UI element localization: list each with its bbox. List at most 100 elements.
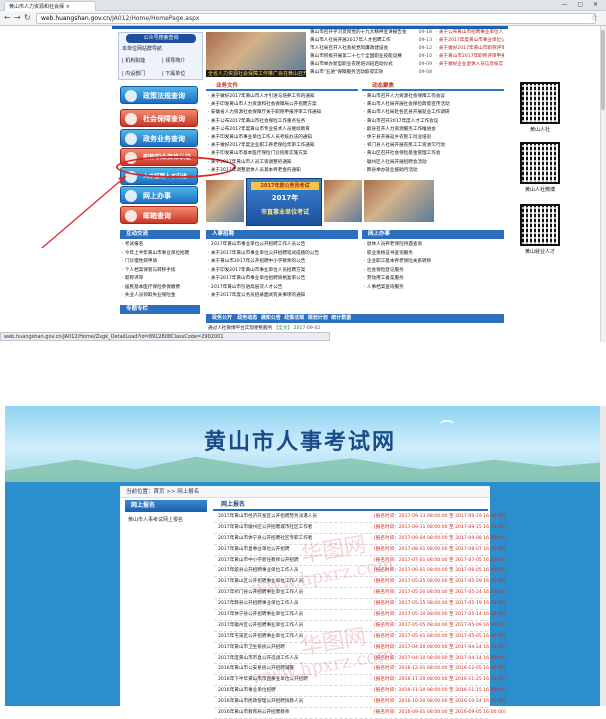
list-item[interactable]: · 门诊慢性病申请 xyxy=(122,258,202,267)
list-item[interactable]: · 关于做好企业退休人员信息核实 xyxy=(436,61,504,69)
news-photo-mid[interactable] xyxy=(324,180,362,222)
tab-public-notice[interactable]: 通知公告 xyxy=(261,315,281,321)
sidebar-link-units[interactable]: | 下属单位 xyxy=(162,70,185,77)
list-item[interactable]: · 关于做好2017年黄山市人才引进与培养工作的通知 xyxy=(208,93,358,101)
list-item[interactable]: · 黄山区召开社会保险基金管理工作会 xyxy=(364,150,504,158)
registration-title[interactable]: 2017年黄山市经济开发区公开招聘劳务派遣人员 xyxy=(218,512,368,522)
list-item[interactable]: · 2017年黄山市引进高层次人才公告 xyxy=(208,284,358,293)
list-item[interactable]: · 关于公布2017年度黄山市专业技术人员继续教育 xyxy=(208,126,358,134)
sidebar-link-departments[interactable]: | 内设部门 xyxy=(122,70,145,77)
url-input[interactable]: web.huangshan.gov.cn/JA012/Home/HomePage… xyxy=(36,13,596,24)
category-button-online-service[interactable]: 网上办事 xyxy=(120,186,198,204)
table-row[interactable]: 2017年屯溪区公开招聘事业单位工作人员 [报名时间：2017-05-01 08:… xyxy=(214,632,506,643)
list-item[interactable]: · 职称评审 xyxy=(122,275,202,284)
list-item[interactable]: · 职业资格证书查询服务 xyxy=(364,250,504,259)
list-item[interactable]: · 黄山市召开人力资源社会保障工作会议 xyxy=(364,93,504,101)
page-scrollbar-thumb[interactable] xyxy=(601,30,605,110)
tab-public-plan[interactable]: 规划计划 xyxy=(308,315,328,321)
category-button-policy[interactable]: 政策法规查询 xyxy=(120,86,198,104)
list-item[interactable]: 黄山市人社局开展2017年人才招聘工作 09-13 xyxy=(310,37,432,45)
list-item[interactable]: · 人事档案查询服务 xyxy=(364,284,504,293)
list-item[interactable]: · 关于印发黄山市人力资源和社会保障局公开招聘方案 xyxy=(208,101,358,109)
list-item[interactable]: 黄山市召开学习贯彻党的十九大精神宣讲报告会 09-18 xyxy=(310,29,432,37)
list-item[interactable]: 黄山市"五进"保障服务活动取得实效 09-08 xyxy=(310,69,432,77)
list-item[interactable]: · 关于黄山市2017年职称评审申报 xyxy=(436,53,504,61)
registration-title[interactable]: 2017年黄山市直事业单位公开招聘 xyxy=(218,545,368,555)
list-item[interactable]: · 黄山市召开2017年度人才工作会议 xyxy=(364,118,504,126)
registration-title[interactable]: 2017年黄山市徽州区公开招聘城市社区工作者 xyxy=(218,523,368,533)
table-row[interactable]: 2017年徽州区公开招聘事业单位工作人员 [报名时间：2017-05-05 08:… xyxy=(214,621,506,632)
list-item[interactable]: · 关于2017年度公务员招录面试有关事项的通知 xyxy=(208,292,358,301)
registration-title[interactable]: 2017年歙县公开招聘事业单位工作人员 xyxy=(218,566,368,576)
registration-title[interactable]: 2016年黄山市教育局公开招聘教师 xyxy=(218,708,368,718)
back-arrow-icon[interactable]: ← xyxy=(4,13,11,22)
list-item[interactable]: · 黄山市人社局开展社会保险政策宣传活动 xyxy=(364,101,504,109)
exam-banner[interactable]: 2017年度公务员考试 2017年 市直事业单位考试 xyxy=(246,178,322,226)
list-item[interactable]: · 关于印发黄山市基本医疗保险门诊统筹实施方案 xyxy=(208,150,358,158)
exam-site-scrollbar[interactable] xyxy=(600,406,606,706)
list-item[interactable]: · 关于2017年调整退休人员基本养老金的通知 xyxy=(208,167,358,175)
registration-title[interactable]: 2017年屯溪区公开招聘事业单位工作人员 xyxy=(218,632,368,642)
news-photo-right[interactable] xyxy=(364,180,434,222)
list-item[interactable]: · 今年上半年黄山市事业单位招聘 xyxy=(122,250,202,259)
list-item[interactable]: · 社会保险登记服务 xyxy=(364,267,504,276)
table-row[interactable]: 2016年黄山市公安系统公开招聘辅警 [报名时间：2016-12-01 08:00… xyxy=(214,664,506,676)
list-item[interactable]: · 关于公布2017年黄山市社会保险工作重点任务 xyxy=(208,118,358,126)
headline-photo-caption[interactable]: 全省人力资源社会保障工作推广会在黄山召开 xyxy=(206,70,306,77)
table-row[interactable]: 2016年黄山市民政管理公开招聘殡葬人员 [报名时间：2016-10-20 08:… xyxy=(214,697,506,709)
table-row[interactable]: 2017年黄山市卫生系统公开招聘 [报名时间：2017-04-20 08:00:0… xyxy=(214,643,506,654)
list-item[interactable]: · 退休人员养老保险待遇查询 xyxy=(364,241,504,250)
table-row[interactable]: 2016年下半年黄山市市直事业单位公开招聘 [报名时间：2016-11-20 08… xyxy=(214,675,506,687)
tab-public-policy[interactable]: 政策法规 xyxy=(284,315,304,321)
list-item[interactable]: · 关于2017年度黄山市事业单位公开 xyxy=(436,37,504,45)
table-row[interactable]: 2017年黟县公开招聘事业单位工作人员 [报名时间：2017-05-15 08:0… xyxy=(214,599,506,611)
table-row[interactable]: 2016年黄山市事业单位招聘 [报名时间：2016-11-10 08:00:00 … xyxy=(214,686,506,698)
list-item[interactable]: 黄山市举办新型职业农民培训班启动仪式 09-09 xyxy=(310,61,432,69)
list-item[interactable]: 市人社局召开人社系统党风廉政建设会 09-12 xyxy=(310,45,432,53)
list-item[interactable]: · 关于印发2017年黄山市事业单位人员招聘方案 xyxy=(208,267,358,276)
table-row[interactable]: 2017年黄山区公开招聘事业单位工作人员 [报名时间：2017-05-25 08:… xyxy=(214,577,506,589)
list-item[interactable]: · 关于黄山市2017年公开招聘中小学教师的公告 xyxy=(208,258,358,267)
list-item[interactable]: · 关于做好2017年度企业职工养老保险年审工作通知 xyxy=(208,142,358,150)
table-row[interactable]: 2017年黄山市经济开发区公开招聘劳务派遣人员 [报名时间：2017-09-13 … xyxy=(214,512,506,523)
list-item[interactable]: · 企业职工基本养老保险关系转移 xyxy=(364,258,504,267)
registration-title[interactable]: 2016年黄山市公安系统公开招聘辅警 xyxy=(218,664,368,674)
registration-title[interactable]: 2017年黄山区公开招聘事业单位工作人员 xyxy=(218,577,368,587)
window-controls[interactable]: — ▢ ✕ xyxy=(561,1,602,8)
list-item[interactable]: · 2017年黄山市事业单位公开招聘工作人员公告 xyxy=(208,241,358,250)
registration-title[interactable]: 2017年黟县公开招聘事业单位工作人员 xyxy=(218,599,368,609)
list-item[interactable]: · 关于印发黄山市事业单位工作人员考核办法的通知 xyxy=(208,134,358,142)
tab-public-stats[interactable]: 统计数据 xyxy=(331,315,351,321)
list-item[interactable]: · 徽州区人社局开展招聘会活动 xyxy=(364,159,504,167)
list-item[interactable]: · 个人档案保管与转移手续 xyxy=(122,267,202,276)
registration-title[interactable]: 2017年休宁县公开招聘事业单位工作人员 xyxy=(218,610,368,620)
table-row[interactable]: 2017年度黄山市市直公开选调工作人员 [报名时间：2017-04-10 08:0… xyxy=(214,654,506,665)
registration-title[interactable]: 2017年祁门县公开招聘事业单位工作人员 xyxy=(218,588,368,598)
category-button-mailbox[interactable]: 邮箱查询 xyxy=(120,206,198,224)
registration-title[interactable]: 2017年黄山市中小学新任教师公开招聘 xyxy=(218,556,368,566)
table-row[interactable]: 2017年黄山市中小学新任教师公开招聘 [报名时间：2017-07-01 08:0… xyxy=(214,556,506,567)
list-item[interactable]: · 休宁县开展返乡农民工创业培训 xyxy=(364,134,504,142)
list-item[interactable]: · 居民基本医疗保险参保缴费 xyxy=(122,284,202,293)
list-item[interactable]: 黄山市积极开展第二十七个全国职业技能竞赛 09-10 xyxy=(310,53,432,61)
list-item[interactable]: · 失业人员领取失业保险金 xyxy=(122,292,202,301)
table-row[interactable]: 2017年黄山市徽州区公开招聘城市社区工作者 [报名时间：2017-09-11 0… xyxy=(214,523,506,534)
table-row[interactable]: 2017年休宁县公开招聘事业单位工作人员 [报名时间：2017-05-10 08:… xyxy=(214,610,506,621)
list-item[interactable]: · 劳动用工备案服务 xyxy=(364,275,504,284)
table-row[interactable]: 2017年黄山市直事业单位公开招聘 [报名时间：2017-08-01 08:00:… xyxy=(214,545,506,556)
browser-tab[interactable]: 黄山市人力资源和社会保 × xyxy=(4,1,96,11)
tab-public-dynamic[interactable]: 政务动态 xyxy=(237,315,257,321)
registration-title[interactable]: 2017年度黄山市市直公开选调工作人员 xyxy=(218,654,368,664)
sidebar-link-functions[interactable]: | 机构职能 xyxy=(122,57,145,64)
search-button[interactable]: 公众号搜索查询 xyxy=(126,34,196,43)
forward-arrow-icon[interactable]: → xyxy=(14,13,21,22)
news-photo-left[interactable] xyxy=(206,180,244,222)
registration-title[interactable]: 2017年黄山市休宁县公开招聘社区专职工作者 xyxy=(218,534,368,544)
registration-title[interactable]: 2016年黄山市事业单位招聘 xyxy=(218,686,368,696)
list-item[interactable]: · 黟县举办就业援助月活动 xyxy=(364,167,504,175)
left-panel-link[interactable]: 黄山市人事考试网上报名 xyxy=(128,516,206,523)
table-row[interactable]: 2017年歙县公开招聘事业单位工作人员 [报名时间：2017-06-01 08:0… xyxy=(214,566,506,578)
category-button-government[interactable]: 政务业务查询 xyxy=(120,129,198,147)
table-row[interactable]: 2017年祁门县公开招聘事业单位工作人员 [报名时间：2017-05-20 08:… xyxy=(214,588,506,600)
list-item[interactable]: · 考试报名 xyxy=(122,241,202,250)
